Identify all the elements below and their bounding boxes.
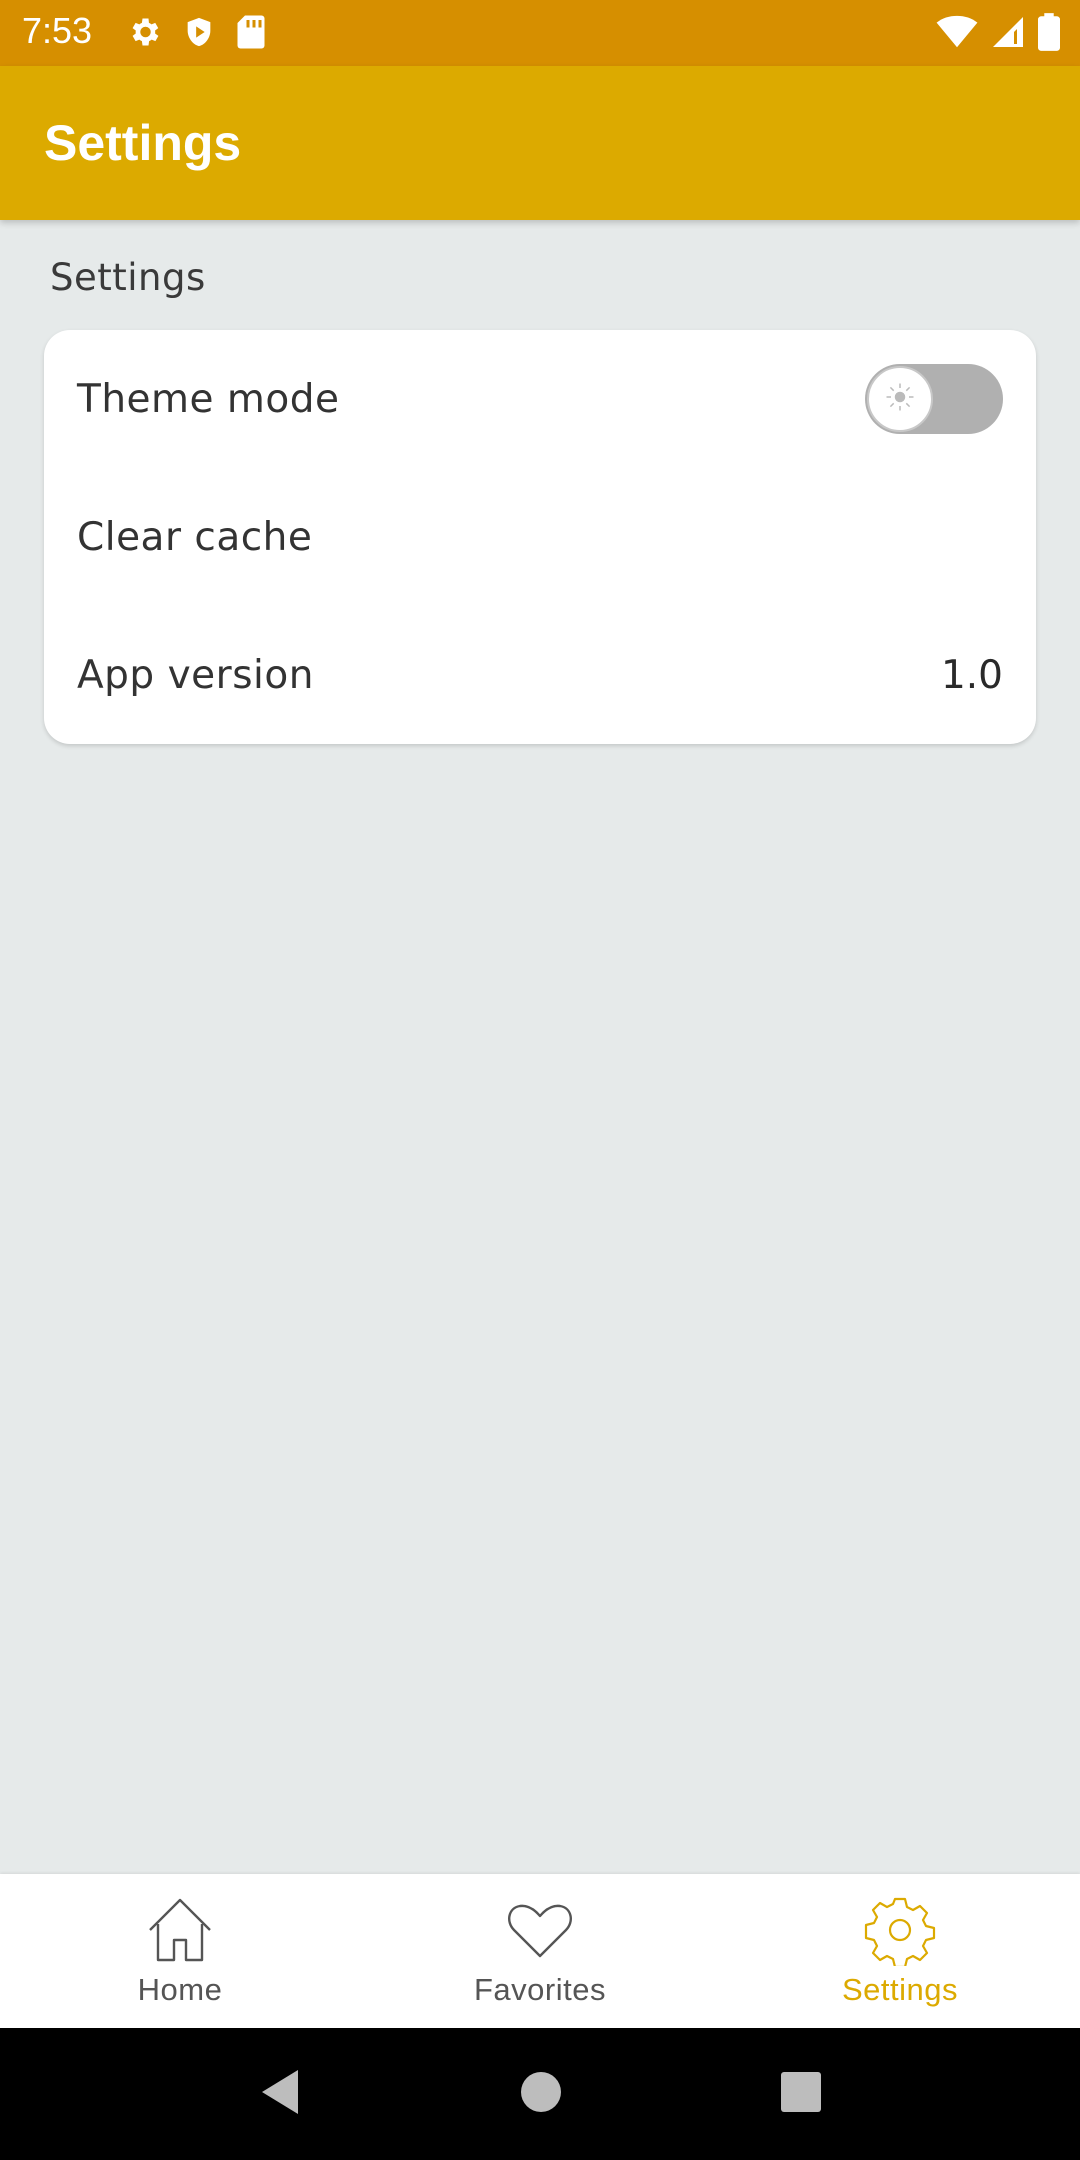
heart-icon (504, 1894, 576, 1970)
nav-label-favorites: Favorites (474, 1972, 606, 2007)
sun-icon (882, 379, 918, 419)
app-version-value: 1.0 (940, 652, 1003, 698)
status-bar: 7:53 (0, 0, 1080, 66)
section-header: Settings (50, 256, 206, 299)
gear-icon (864, 1894, 936, 1970)
app-version-label: App version (77, 652, 314, 698)
page-title: Settings (44, 115, 242, 171)
nav-label-home: Home (137, 1972, 223, 2007)
theme-mode-toggle[interactable] (865, 364, 1003, 434)
recents-icon[interactable] (780, 2071, 822, 2117)
bottom-navigation: Home Favorites Settings (0, 1874, 1080, 2028)
shield-icon (182, 14, 216, 54)
system-navigation-bar (0, 2028, 1080, 2160)
clear-cache-row[interactable]: Clear cache (44, 468, 1036, 606)
app-bar: Settings (0, 66, 1080, 220)
app-version-row: App version 1.0 (44, 606, 1036, 744)
screen: 7:53 Settings Settings Theme mode Clear … (0, 0, 1080, 2160)
settings-card: Theme mode Clear cache App version 1.0 (44, 330, 1036, 744)
home-icon (144, 1894, 216, 1970)
back-icon[interactable] (258, 2068, 302, 2120)
status-time: 7:53 (22, 10, 93, 51)
toggle-knob (867, 366, 933, 432)
nav-label-settings: Settings (841, 1972, 958, 2007)
battery-icon (1038, 13, 1060, 55)
theme-mode-label: Theme mode (77, 376, 340, 422)
nav-item-settings[interactable]: Settings (720, 1874, 1080, 2028)
home-circle-icon[interactable] (519, 2070, 563, 2118)
wifi-icon (936, 15, 978, 53)
signal-icon (990, 14, 1026, 54)
sd-card-icon (236, 14, 266, 54)
gear-icon (126, 14, 162, 54)
clear-cache-label: Clear cache (77, 514, 313, 560)
status-left-icons (126, 14, 266, 54)
nav-item-favorites[interactable]: Favorites (360, 1874, 720, 2028)
nav-item-home[interactable]: Home (0, 1874, 360, 2028)
theme-mode-row[interactable]: Theme mode (44, 330, 1036, 468)
status-right-icons (936, 13, 1060, 55)
